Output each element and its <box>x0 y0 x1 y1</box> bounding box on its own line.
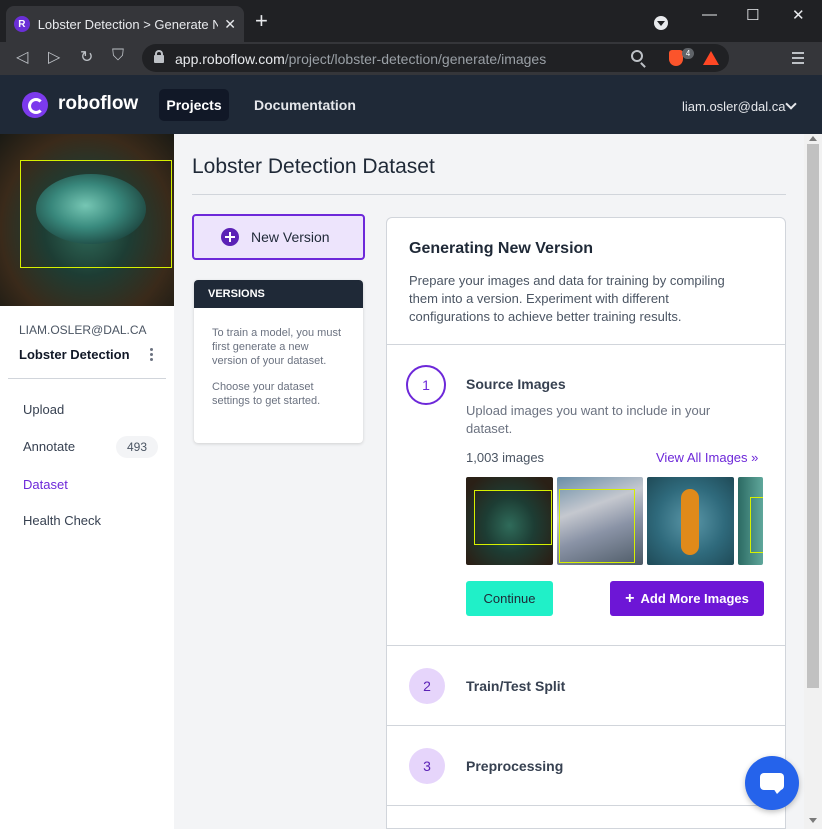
page-title: Lobster Detection Dataset <box>192 155 435 178</box>
sidebar-item-dataset[interactable]: Dataset <box>23 477 68 492</box>
back-button[interactable]: ◁ <box>16 47 28 67</box>
step-label-preprocessing[interactable]: Preprocessing <box>466 758 563 774</box>
search-icon[interactable] <box>631 50 643 62</box>
maximize-button[interactable]: ☐ <box>746 6 759 24</box>
sidebar-item-annotate[interactable]: Annotate <box>23 439 75 454</box>
url-host: app.roboflow.com <box>175 51 285 67</box>
address-bar[interactable]: app.roboflow.com/project/lobster-detecti… <box>142 44 729 72</box>
annotate-count-badge: 493 <box>116 436 158 458</box>
chat-button[interactable] <box>745 756 799 810</box>
step-description: Upload images you want to include in you… <box>466 403 711 436</box>
reload-button[interactable]: ↻ <box>80 47 93 67</box>
image-count: 1,003 images <box>466 450 545 465</box>
forward-button[interactable]: ▷ <box>48 47 60 67</box>
lock-icon <box>154 50 164 63</box>
scroll-up-icon[interactable] <box>809 136 817 141</box>
generate-description: Prepare your images and data for trainin… <box>409 273 725 324</box>
scroll-thumb[interactable] <box>807 144 819 688</box>
tab-title: Lobster Detection > Generate New Version <box>37 16 219 32</box>
sidebar-divider <box>8 378 166 379</box>
project-sidebar: LIAM.OSLER@DAL.CA Lobster Detection Uplo… <box>0 134 174 829</box>
step-label-train-test-split[interactable]: Train/Test Split <box>466 678 565 694</box>
nav-documentation[interactable]: Documentation <box>254 97 356 113</box>
shields-count-badge: 4 <box>682 48 694 59</box>
title-divider <box>192 194 786 195</box>
step-number-1[interactable]: 1 <box>406 365 446 405</box>
nav-projects[interactable]: Projects <box>159 89 229 121</box>
versions-text-2: Choose your dataset settings to get star… <box>212 381 321 407</box>
new-version-button[interactable]: New Version <box>192 214 365 260</box>
bookmark-button[interactable]: ⛉ <box>112 47 124 65</box>
logo-text[interactable]: roboflow <box>58 93 138 115</box>
project-thumbnail <box>0 134 174 306</box>
image-thumbnail[interactable] <box>738 477 763 565</box>
roboflow-logo-icon[interactable] <box>22 92 48 118</box>
section-divider <box>387 725 785 726</box>
minimize-button[interactable]: — <box>702 6 717 23</box>
step-number-2[interactable]: 2 <box>409 668 445 704</box>
step-label-source-images[interactable]: Source Images <box>466 376 566 392</box>
chevron-down-icon[interactable] <box>785 98 797 110</box>
versions-header: VERSIONS <box>194 280 363 308</box>
add-more-images-button[interactable]: + Add More Images <box>610 581 764 616</box>
new-tab-button[interactable]: + <box>255 10 268 32</box>
image-thumbnail[interactable] <box>647 477 734 565</box>
section-divider <box>387 645 785 646</box>
plus-icon: + <box>625 589 635 607</box>
menu-icon[interactable] <box>792 52 804 64</box>
versions-text-1: To train a model, you must first generat… <box>212 327 342 367</box>
kebab-icon[interactable] <box>150 348 154 362</box>
step-number-3[interactable]: 3 <box>409 748 445 784</box>
scroll-down-icon[interactable] <box>809 818 817 823</box>
sidebar-item-health-check[interactable]: Health Check <box>23 513 101 528</box>
image-thumbnail[interactable] <box>557 477 643 565</box>
url-path: /project/lobster-detection/generate/imag… <box>284 51 547 67</box>
browser-tab-active[interactable]: R Lobster Detection > Generate New Versi… <box>6 6 244 42</box>
url-text[interactable]: app.roboflow.com/project/lobster-detecti… <box>175 51 546 67</box>
project-name: Lobster Detection <box>19 347 130 362</box>
tab-close-icon[interactable]: ✕ <box>224 16 236 33</box>
image-preview-strip <box>466 477 763 565</box>
roboflow-favicon-icon: R <box>14 16 30 32</box>
browser-titlebar: R Lobster Detection > Generate New Versi… <box>0 0 822 42</box>
bat-icon[interactable] <box>703 51 719 65</box>
sidebar-item-upload[interactable]: Upload <box>23 402 64 417</box>
view-all-images-link[interactable]: View All Images » <box>656 450 758 465</box>
section-divider <box>387 344 785 345</box>
new-version-label: New Version <box>251 229 330 245</box>
user-menu[interactable]: liam.osler@dal.ca <box>682 99 786 114</box>
browser-toolbar: ◁ ▷ ↻ ⛉ app.roboflow.com/project/lobster… <box>0 42 822 75</box>
image-thumbnail[interactable] <box>466 477 553 565</box>
account-label: LIAM.OSLER@DAL.CA <box>19 323 147 337</box>
generate-title: Generating New Version <box>409 240 594 257</box>
page-scrollbar[interactable] <box>804 134 822 829</box>
generate-version-panel: Generating New Version Prepare your imag… <box>386 217 786 829</box>
plus-circle-icon <box>221 228 239 246</box>
add-more-images-label: Add More Images <box>640 591 749 606</box>
brave-shield-icon[interactable] <box>669 50 683 66</box>
continue-button[interactable]: Continue <box>466 581 553 616</box>
tab-search-icon[interactable] <box>654 16 668 30</box>
versions-card: VERSIONS To train a model, you must firs… <box>194 280 363 443</box>
close-window-button[interactable]: ✕ <box>792 6 805 24</box>
section-divider <box>387 805 785 806</box>
app-header: roboflow Projects Documentation liam.osl… <box>0 75 822 134</box>
